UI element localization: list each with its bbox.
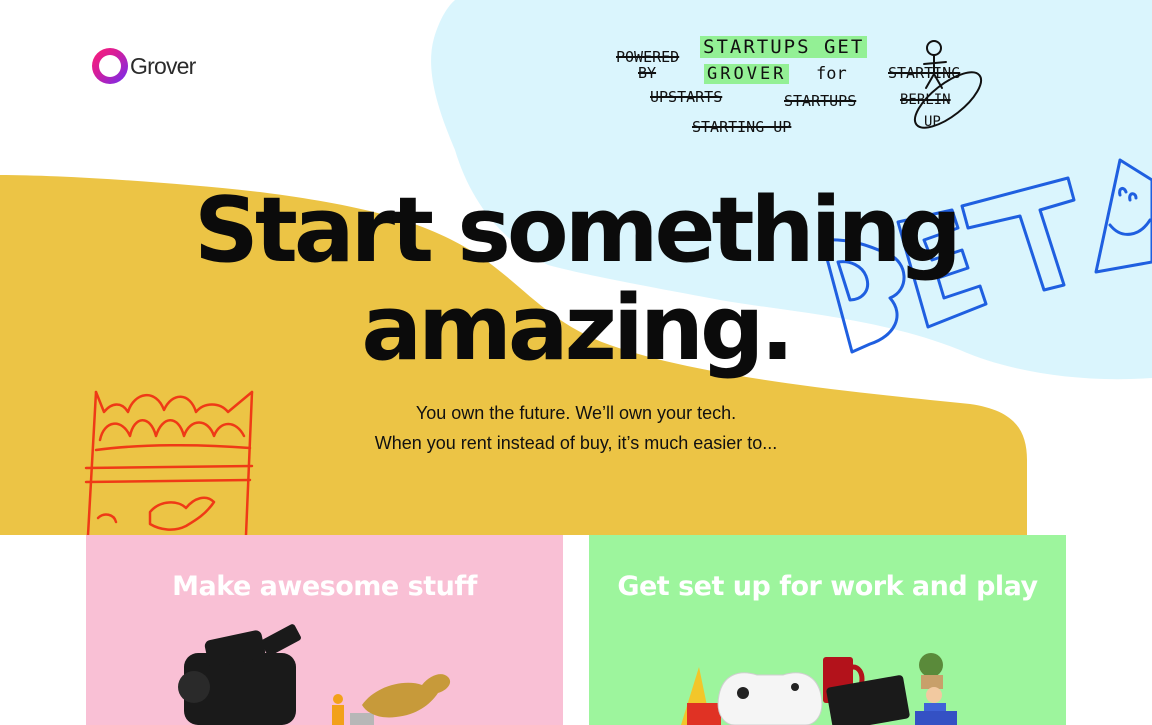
- scribble-upstarts: UPSTARTS: [650, 88, 723, 106]
- hero-title-line-1: Start something: [194, 178, 962, 283]
- hero-subtitle-line-2: When you rent instead of buy, it’s much …: [374, 433, 778, 453]
- hero-title: Start something amazing.: [0, 182, 1152, 378]
- scribble-for: for: [816, 64, 847, 84]
- scribble-startups-get: STARTUPS GET: [700, 36, 868, 58]
- scribble-by: BY: [638, 64, 657, 82]
- handwritten-tagline-note: POWERED BY STARTUPS GET GROVER for UPSTA…: [606, 34, 996, 146]
- hero-title-line-2: amazing.: [361, 276, 794, 381]
- grover-logo-icon: [92, 48, 128, 84]
- grover-logo-text: Grover: [130, 52, 196, 79]
- card-title-work-and-play: Get set up for work and play: [617, 571, 1038, 602]
- grover-logo[interactable]: Grover: [92, 48, 196, 84]
- card-work-and-play[interactable]: Get set up for work and play: [589, 535, 1066, 725]
- scribble-starting-up: STARTING UP: [692, 118, 792, 136]
- stick-figure-doodle: [913, 40, 983, 129]
- scribble-startups: STARTUPS: [784, 92, 857, 110]
- scribble-grover: GROVER: [704, 64, 790, 84]
- controller-and-gadgets-image: [681, 653, 957, 725]
- camera-and-toys-image: [178, 624, 451, 725]
- card-title-make-awesome-stuff: Make awesome stuff: [172, 571, 477, 602]
- hero-subtitle: You own the future. We’ll own your tech.…: [0, 398, 1152, 458]
- card-make-awesome-stuff[interactable]: Make awesome stuff: [86, 535, 563, 725]
- hero-subtitle-line-1: You own the future. We’ll own your tech.: [415, 403, 737, 423]
